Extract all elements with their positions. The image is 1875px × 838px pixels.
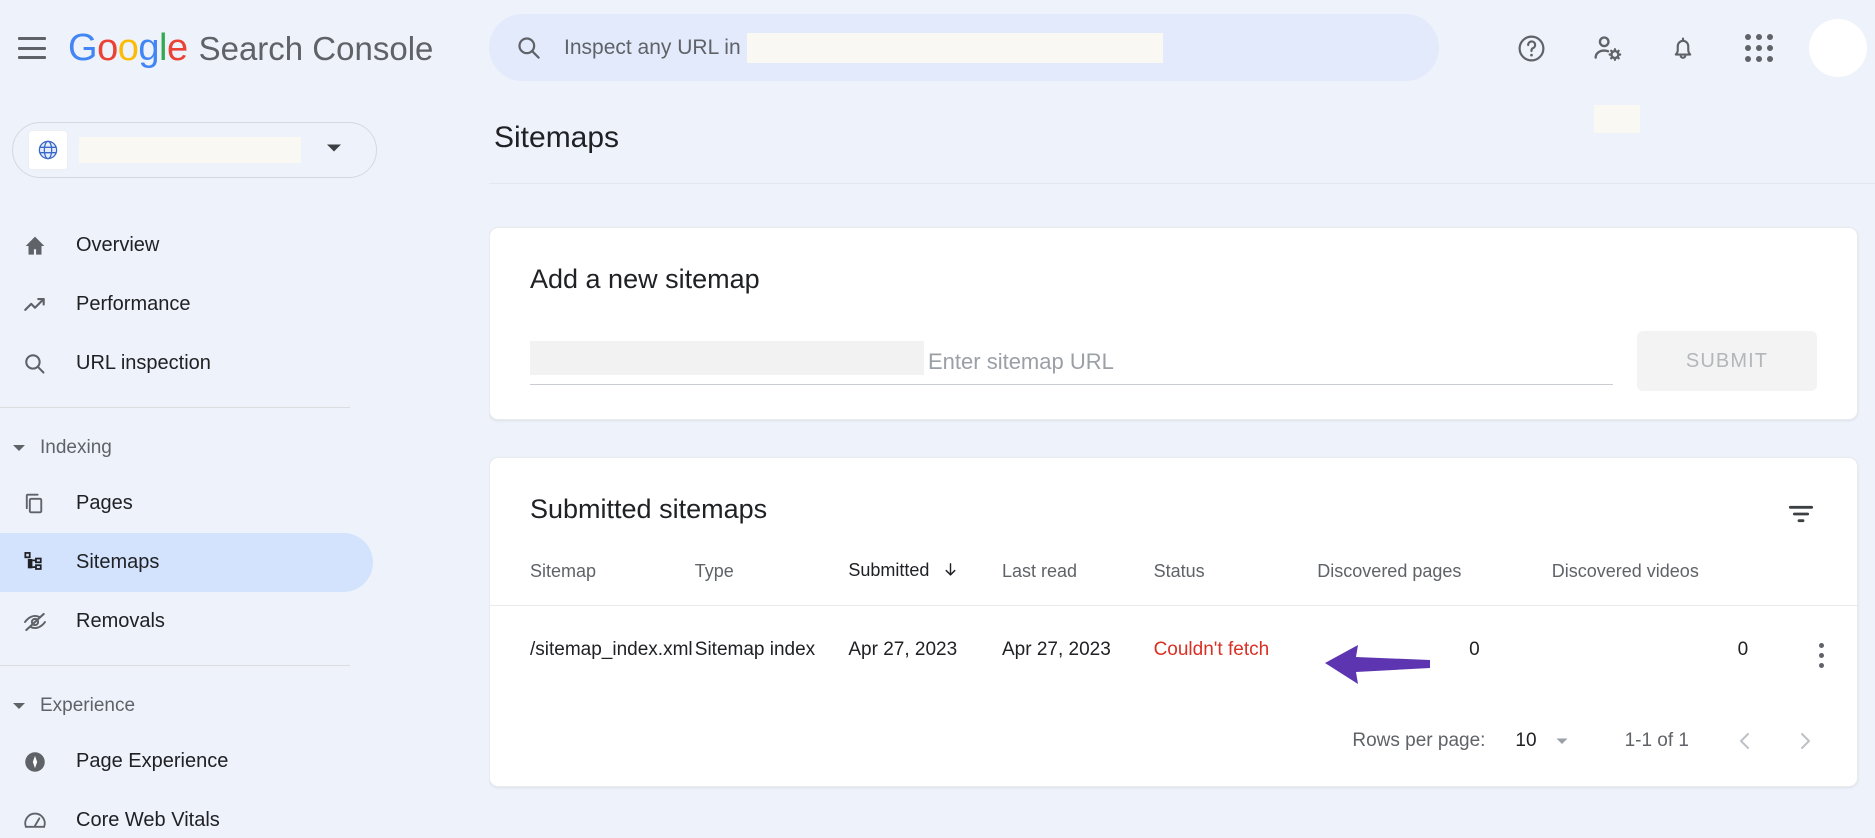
page-title: Sitemaps — [494, 121, 620, 154]
sidebar-group-label: Experience — [40, 695, 136, 716]
pagination-range: 1-1 of 1 — [1624, 729, 1689, 751]
rows-per-page-label: Rows per page: — [1352, 729, 1486, 751]
main-content: Sitemaps Add a new sitemap Enter sitemap… — [489, 96, 1875, 838]
submit-button[interactable]: SUBMIT — [1637, 331, 1817, 391]
sidebar-item-label: URL inspection — [76, 352, 211, 374]
sidebar-group-label: Indexing — [40, 437, 112, 458]
sidebar-item-url-inspection[interactable]: URL inspection — [0, 334, 373, 393]
sidebar-item-label: Core Web Vitals — [76, 809, 220, 831]
submitted-sitemaps-card: Submitted sitemaps Sitemap Type Submitte… — [489, 457, 1858, 787]
search-redacted-domain — [746, 32, 1163, 63]
top-bar-actions — [1505, 0, 1875, 96]
sidebar-item-page-experience[interactable]: Page Experience — [0, 732, 373, 791]
arrow-down-icon — [942, 561, 959, 583]
url-inspection-search-bar[interactable]: Inspect any URL in — [489, 14, 1439, 81]
kebab-menu-icon[interactable] — [1819, 643, 1825, 668]
sitemap-url-input[interactable]: Enter sitemap URL — [530, 339, 1613, 385]
divider — [0, 665, 350, 666]
cell-discovered-pages: 0 — [1317, 605, 1552, 694]
globe-icon — [29, 131, 67, 169]
home-icon — [22, 233, 56, 259]
sidebar: Overview Performance URL inspection Inde… — [0, 96, 489, 838]
hamburger-menu-icon[interactable] — [18, 37, 46, 59]
sitemaps-table: Sitemap Type Submitted Last read Status … — [490, 560, 1857, 694]
sidebar-primary-nav: Overview Performance URL inspection Inde… — [0, 216, 489, 838]
property-selector[interactable] — [12, 122, 377, 178]
search-icon — [515, 34, 542, 61]
sidebar-item-label: Sitemaps — [76, 551, 160, 573]
cell-last-read: Apr 27, 2023 — [1001, 605, 1154, 694]
cell-sitemap[interactable]: /sitemap_index.xml — [490, 605, 695, 694]
sidebar-item-label: Overview — [76, 234, 160, 256]
sidebar-item-label: Performance — [76, 293, 191, 315]
add-sitemap-heading: Add a new sitemap — [530, 264, 760, 294]
bell-icon[interactable] — [1657, 22, 1709, 74]
divider — [0, 407, 350, 408]
sidebar-item-performance[interactable]: Performance — [0, 275, 373, 334]
speedometer-icon — [22, 808, 56, 834]
column-header-actions — [1786, 560, 1857, 606]
submitted-sitemaps-header: Submitted sitemaps — [490, 458, 1857, 530]
sitemap-url-placeholder: Enter sitemap URL — [928, 348, 1114, 374]
chevron-left-icon[interactable] — [1733, 729, 1757, 753]
property-name-redacted — [79, 137, 301, 163]
sidebar-item-pages[interactable]: Pages — [0, 474, 373, 533]
rows-per-page-value[interactable]: 10 — [1515, 730, 1536, 752]
table-row[interactable]: /sitemap_index.xml Sitemap index Apr 27,… — [490, 605, 1857, 694]
cell-actions — [1786, 605, 1857, 694]
user-settings-icon[interactable] — [1581, 22, 1633, 74]
caret-down-icon — [10, 697, 28, 715]
column-header-status[interactable]: Status — [1154, 560, 1318, 606]
column-header-submitted[interactable]: Submitted — [848, 560, 1002, 606]
submitted-sitemaps-heading: Submitted sitemaps — [530, 494, 768, 524]
add-sitemap-row: Enter sitemap URL SUBMIT — [530, 331, 1817, 391]
top-app-bar: Google Search Console Inspect any URL in — [0, 0, 1875, 96]
add-sitemap-card: Add a new sitemap Enter sitemap URL SUBM… — [489, 227, 1858, 420]
cell-submitted: Apr 27, 2023 — [848, 605, 1002, 694]
chevron-down-icon[interactable] — [324, 138, 344, 163]
sidebar-item-label: Page Experience — [76, 750, 229, 772]
sitemaps-icon — [22, 550, 56, 575]
sidebar-item-overview[interactable]: Overview — [0, 216, 373, 275]
url-prefix-redacted — [530, 341, 924, 375]
pages-icon — [22, 491, 56, 516]
column-header-sitemap[interactable]: Sitemap — [490, 560, 695, 606]
cell-type: Sitemap index — [694, 605, 849, 694]
caret-down-icon[interactable] — [1553, 732, 1571, 750]
search-placeholder: Inspect any URL in — [564, 35, 741, 59]
apps-grid-icon[interactable] — [1733, 22, 1785, 74]
search-icon — [22, 351, 56, 376]
caret-down-icon — [10, 439, 28, 457]
column-header-last-read[interactable]: Last read — [1002, 560, 1154, 606]
page-experience-icon — [22, 749, 56, 775]
sidebar-item-label: Removals — [76, 610, 165, 632]
sidebar-group-experience[interactable]: Experience — [0, 680, 489, 732]
column-header-type[interactable]: Type — [695, 560, 849, 606]
app-brand: Google Search Console — [68, 27, 433, 70]
help-circle-icon[interactable] — [1505, 22, 1557, 74]
trending-up-icon — [22, 292, 56, 318]
sidebar-item-removals[interactable]: Removals — [0, 592, 373, 651]
sidebar-item-sitemaps[interactable]: Sitemaps — [0, 533, 373, 592]
filter-icon[interactable] — [1785, 498, 1817, 530]
column-header-discovered-videos[interactable]: Discovered videos — [1552, 560, 1786, 606]
sidebar-item-label: Pages — [76, 492, 133, 514]
table-header-row: Sitemap Type Submitted Last read Status … — [490, 560, 1857, 606]
chevron-right-icon[interactable] — [1793, 729, 1817, 753]
sidebar-item-core-web-vitals[interactable]: Core Web Vitals — [0, 791, 373, 838]
google-logo: Google — [68, 26, 188, 69]
eye-off-icon — [22, 609, 56, 635]
sidebar-group-indexing[interactable]: Indexing — [0, 422, 489, 474]
column-header-submitted-label: Submitted — [848, 560, 930, 580]
avatar[interactable] — [1809, 19, 1867, 77]
cell-discovered-videos: 0 — [1551, 605, 1787, 694]
column-header-discovered-pages[interactable]: Discovered pages — [1317, 560, 1551, 606]
status-badge: Couldn't fetch — [1153, 605, 1318, 694]
product-name: Search Console — [198, 29, 434, 67]
table-pagination: Rows per page: 10 1-1 of 1 — [490, 694, 1857, 786]
divider — [489, 183, 1875, 184]
